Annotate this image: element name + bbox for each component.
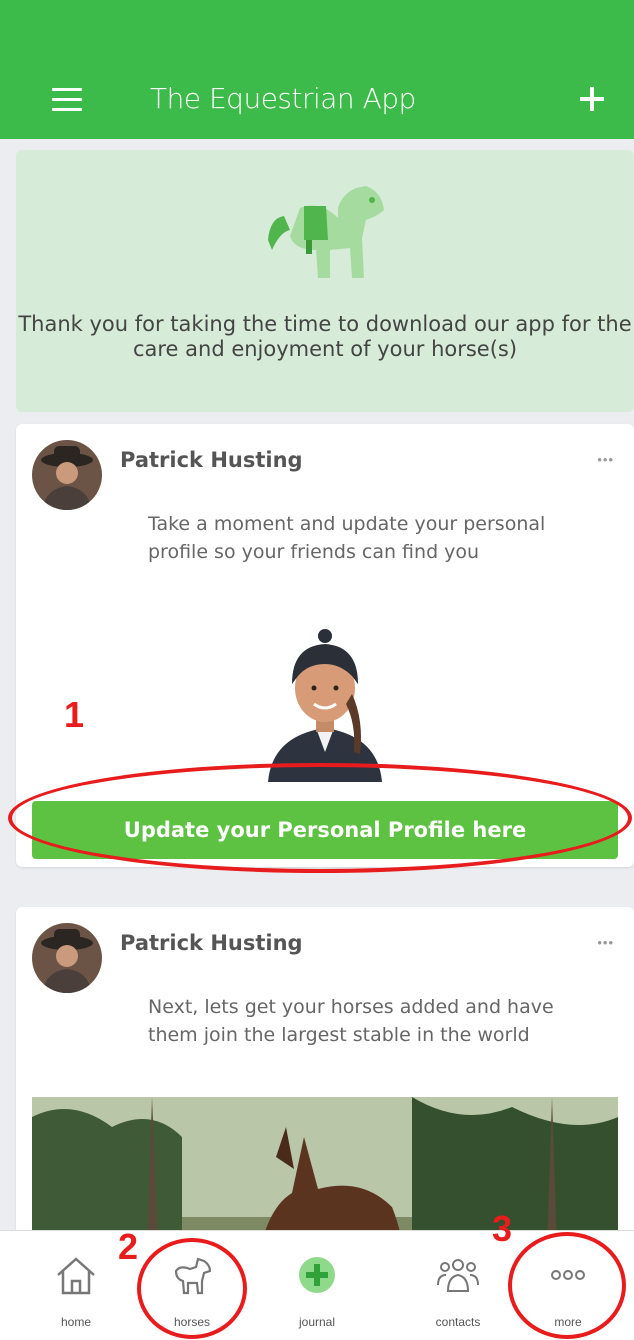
annotation-circle-2 xyxy=(137,1238,247,1339)
annotation-circle-3 xyxy=(508,1232,626,1339)
add-icon[interactable] xyxy=(578,85,606,113)
post-text: Next, lets get your horses added and hav… xyxy=(148,996,554,1046)
nav-label: home xyxy=(60,1315,92,1329)
annotation-number-3: 3 xyxy=(492,1208,513,1249)
rider-illustration-icon xyxy=(268,629,382,782)
annotation-number-1: 1 xyxy=(64,694,85,735)
post-options-icon[interactable]: ••• xyxy=(597,452,614,467)
people-icon xyxy=(437,1259,479,1292)
post-text: Take a moment and update your personal p… xyxy=(148,513,546,563)
nav-home[interactable]: home xyxy=(21,1231,131,1340)
annotation-circle-1 xyxy=(8,763,632,873)
avatar[interactable] xyxy=(32,440,102,510)
horse-illustration-icon xyxy=(268,186,384,278)
welcome-banner: Thank you for taking the time to downloa… xyxy=(16,150,634,412)
nav-journal[interactable]: journal xyxy=(262,1231,372,1340)
post-author[interactable]: Patrick Husting xyxy=(120,448,303,472)
nav-label: journal xyxy=(298,1315,336,1329)
nav-label: contacts xyxy=(435,1315,481,1329)
home-icon xyxy=(57,1257,95,1295)
post-author[interactable]: Patrick Husting xyxy=(120,931,303,955)
annotation-number-2: 2 xyxy=(118,1226,139,1267)
app-header: The Equestrian App xyxy=(0,0,634,139)
post-options-icon[interactable]: ••• xyxy=(597,935,614,950)
avatar[interactable] xyxy=(32,923,102,993)
plus-circle-icon xyxy=(299,1257,335,1293)
welcome-message: Thank you for taking the time to downloa… xyxy=(18,312,632,361)
app-title: The Equestrian App xyxy=(150,82,416,115)
hamburger-menu-icon[interactable] xyxy=(52,88,82,114)
